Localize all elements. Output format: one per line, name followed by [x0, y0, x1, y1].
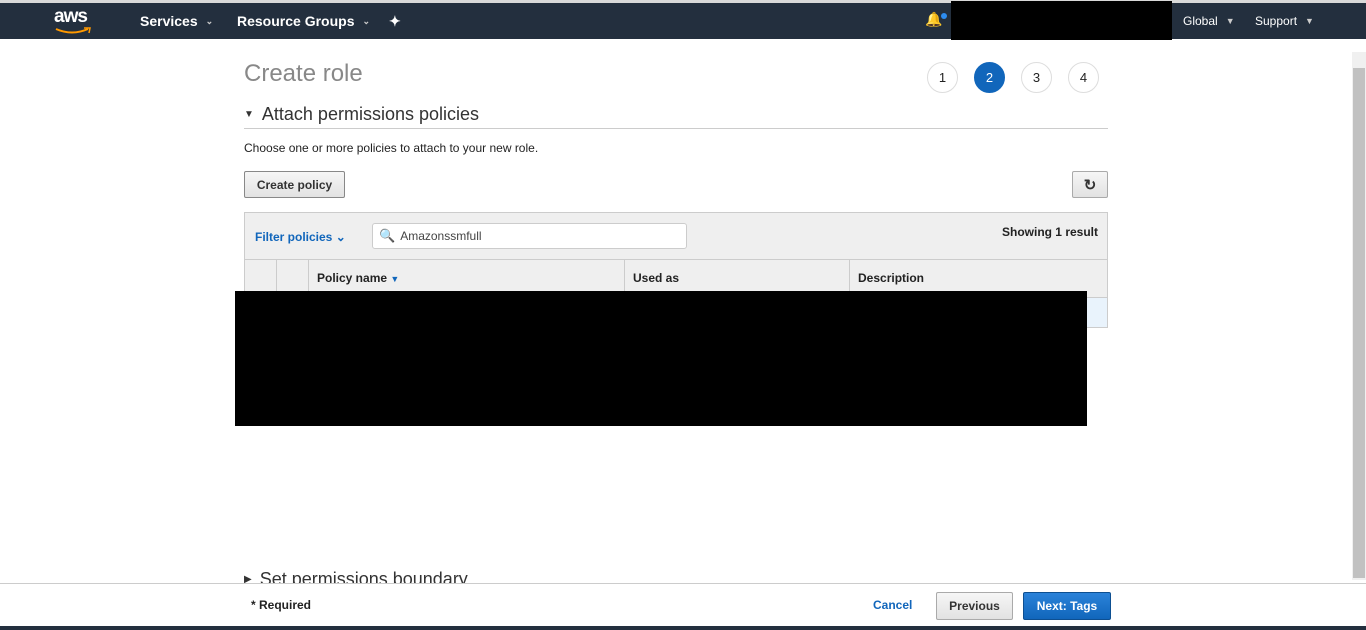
support-menu[interactable]: Support ▼	[1255, 14, 1314, 28]
attach-policies-section-toggle[interactable]: ▼ Attach permissions policies	[244, 104, 479, 125]
refresh-icon[interactable]: ↻	[1072, 171, 1108, 198]
resource-groups-menu[interactable]: Resource Groups ⌄	[237, 13, 370, 29]
region-label: Global	[1183, 14, 1218, 28]
step-3: 3	[1021, 62, 1052, 93]
services-menu[interactable]: Services ⌄	[140, 13, 213, 29]
required-note: * Required	[251, 598, 312, 612]
page-title: Create role	[244, 60, 363, 87]
filter-policies-dropdown[interactable]: Filter policies ⌄	[255, 230, 346, 244]
aws-logo[interactable]: aws	[54, 6, 94, 36]
pin-icon[interactable]: ✦	[389, 13, 401, 30]
step-indicator: 1 2 3 4	[927, 62, 1099, 93]
redacted-account	[951, 1, 1172, 40]
create-policy-button[interactable]: Create policy	[244, 171, 345, 198]
section-description: Choose one or more policies to attach to…	[244, 141, 539, 155]
result-count: Showing 1 result	[1001, 225, 1098, 239]
caret-down-icon: ▼	[1225, 16, 1235, 26]
redacted-results	[235, 291, 1087, 426]
section-title: Attach permissions policies	[261, 104, 479, 124]
bottom-bar	[0, 626, 1366, 630]
divider	[244, 128, 1108, 129]
chevron-down-icon: ⌄	[205, 15, 214, 26]
search-value: Amazonssmfull	[400, 229, 482, 243]
search-icon: 🔍	[379, 228, 396, 243]
scrollbar-thumb[interactable]	[1353, 68, 1365, 578]
sort-desc-icon: ▼	[390, 274, 400, 284]
aws-smile-icon	[55, 27, 91, 34]
services-label: Services	[140, 13, 198, 29]
caret-down-icon: ▼	[244, 109, 254, 120]
region-menu[interactable]: Global ▼	[1183, 14, 1235, 28]
previous-button[interactable]: Previous	[936, 592, 1013, 620]
step-1: 1	[927, 62, 958, 93]
next-tags-button[interactable]: Next: Tags	[1023, 592, 1111, 620]
scrollbar[interactable]	[1352, 52, 1366, 580]
filter-label: Filter policies	[255, 230, 333, 244]
support-label: Support	[1255, 14, 1298, 28]
chevron-down-icon: ⌄	[362, 15, 371, 26]
bell-icon[interactable]: 🔔	[925, 11, 947, 28]
step-2: 2	[974, 62, 1005, 93]
step-4: 4	[1068, 62, 1099, 93]
notification-dot	[941, 13, 947, 19]
footer: * Required Cancel Previous Next: Tags	[0, 583, 1366, 626]
chevron-down-icon: ⌄	[335, 230, 346, 244]
cancel-link[interactable]: Cancel	[873, 598, 912, 612]
aws-logo-text: aws	[54, 6, 88, 27]
caret-down-icon: ▼	[1305, 16, 1314, 26]
resource-groups-label: Resource Groups	[237, 13, 355, 29]
column-label: Policy name	[317, 271, 388, 285]
policy-search-input[interactable]: 🔍 Amazonssmfull	[372, 223, 687, 249]
